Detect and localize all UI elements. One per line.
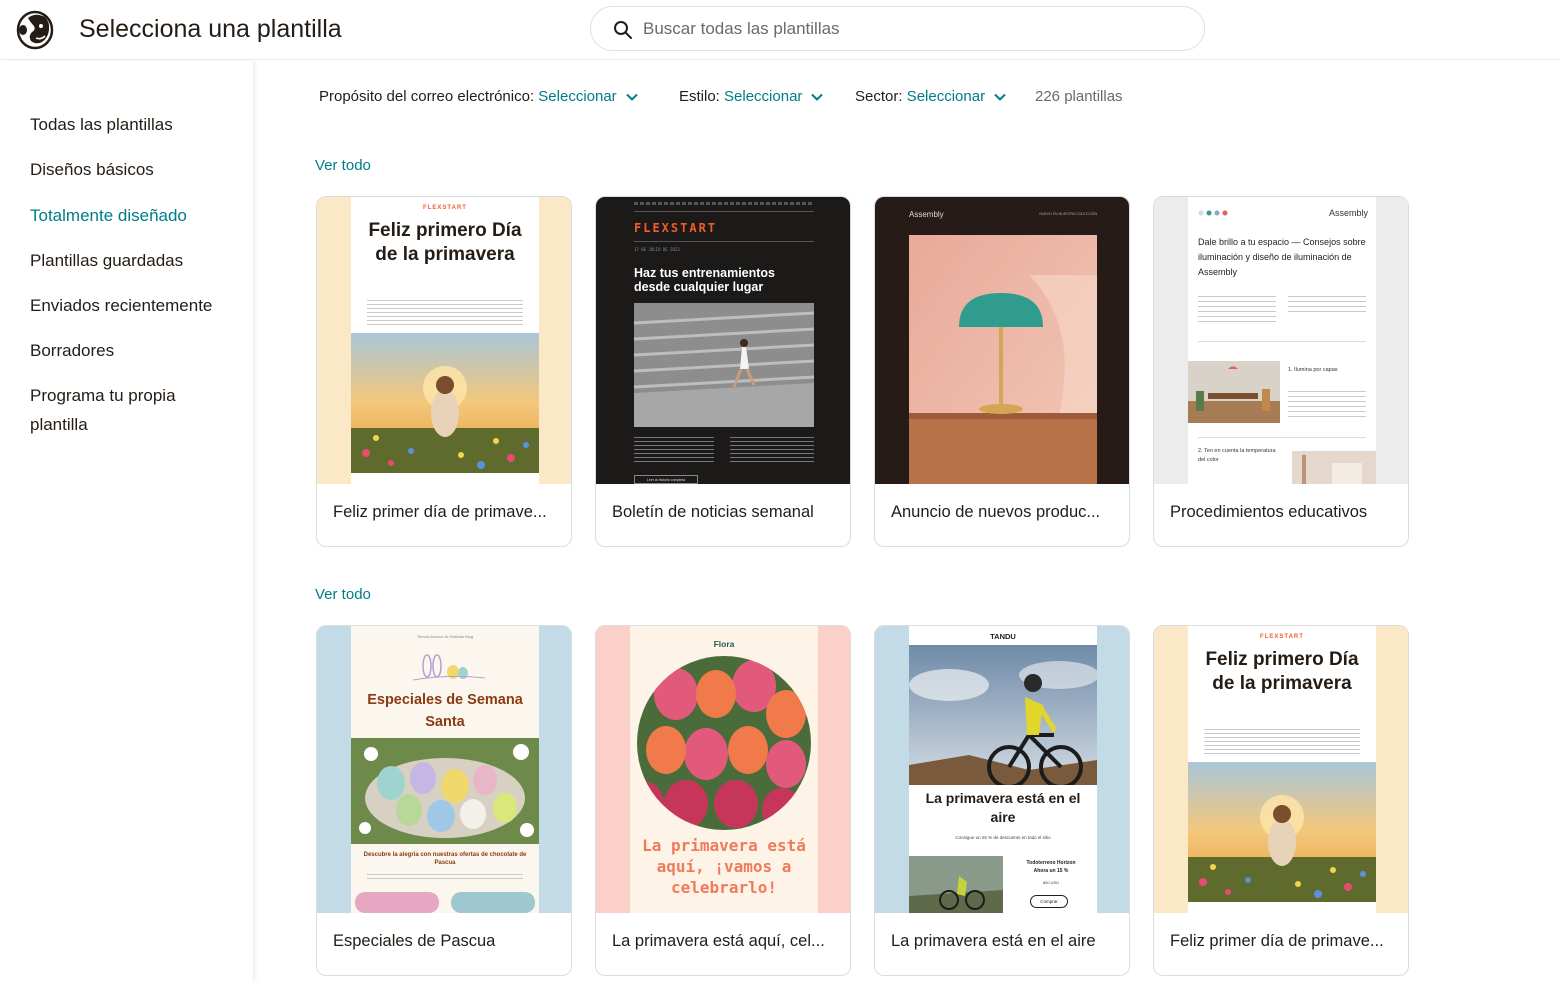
sidebar-item-recently-sent[interactable]: Enviados recientemente — [30, 291, 240, 320]
room-corner-image — [1292, 451, 1376, 484]
teal-lamp-image — [909, 235, 1097, 484]
thumb-nav: NUEVO EN NUESTRA COLECCIÓN — [1039, 212, 1097, 216]
template-caption: Anuncio de nuevos produc... — [891, 503, 1101, 521]
mountain-biker-image — [909, 645, 1097, 785]
template-thumbnail: FLEXSTART 17 DE JULIO DE 2023 Haz tus en… — [596, 197, 850, 484]
dining-room-image — [1188, 361, 1280, 423]
see-all-link[interactable]: Ver todo — [315, 157, 371, 174]
thumb-brand: Assembly — [909, 210, 944, 219]
template-caption: Boletín de noticias semanal — [612, 503, 814, 521]
bunny-ears-icon — [413, 654, 485, 681]
easter-treats-image — [355, 892, 535, 913]
sector-filter-label: Sector: — [855, 88, 903, 105]
template-caption: La primavera está en el aire — [891, 932, 1096, 950]
thumb-buy-button: Comprar — [1030, 895, 1068, 908]
thumb-brand: Flora — [713, 639, 735, 649]
thumb-sub: Consigue un 25 % de descuento en todo el… — [955, 835, 1051, 840]
template-card[interactable]: Flora La primavera está aquí, ¡vamos a c… — [595, 625, 851, 976]
purpose-filter-value: Seleccionar — [538, 88, 617, 105]
thumb-brand: FLEXSTART — [1260, 634, 1304, 640]
easter-eggs-image — [351, 738, 539, 844]
thumb-offer: Ahora un 15 % — [1033, 868, 1069, 874]
thumb-heading: La primavera está aquí, ¡vamos a celebra… — [642, 836, 806, 897]
template-thumbnail: TANDU La primavera está en el aire Consi… — [875, 626, 1129, 913]
sidebar-item-basic-layouts[interactable]: Diseños básicos — [30, 155, 240, 184]
sector-filter-value: Seleccionar — [906, 88, 986, 105]
thumb-brand: FLEXSTART — [634, 221, 718, 235]
template-card[interactable]: Tienda Avance de Noticias Blog Especiale… — [316, 625, 572, 976]
template-thumbnail: FLEXSTART Feliz primero Día de la primav… — [317, 197, 571, 484]
template-caption: Feliz primer día de primave... — [1170, 932, 1384, 950]
thumb-sub1: 1. Ilumina por capas — [1288, 367, 1338, 373]
thumb-heading: Especiales de Semana Santa — [367, 692, 523, 730]
template-thumbnail: Assembly NUEVO EN NUESTRA COLECCIÓN — [875, 197, 1129, 484]
template-caption: Procedimientos educativos — [1170, 503, 1368, 521]
template-card[interactable]: TANDU La primavera está en el aire Consi… — [874, 625, 1130, 976]
sidebar-item-fully-designed[interactable]: Totalmente diseñado — [30, 201, 240, 230]
purpose-filter[interactable]: Propósito del correo electrónico: Selecc… — [319, 88, 638, 105]
style-filter-value: Seleccionar — [724, 88, 803, 105]
template-count: 226 plantillas — [1035, 88, 1123, 105]
template-thumbnail: Flora La primavera está aquí, ¡vamos a c… — [596, 626, 850, 913]
bike-trail-image — [909, 856, 1003, 913]
see-all-link[interactable]: Ver todo — [315, 586, 371, 603]
template-thumbnail: Tienda Avance de Noticias Blog Especiale… — [317, 626, 571, 913]
thumb-brand: Assembly — [1328, 208, 1368, 218]
search-bar[interactable] — [590, 6, 1205, 51]
search-icon — [614, 21, 632, 39]
search-input[interactable] — [643, 15, 1183, 43]
color-dots-icon — [1198, 210, 1228, 216]
tulips-image — [637, 656, 811, 830]
template-card[interactable]: FLEXSTART Feliz primero Día de la primav… — [316, 196, 572, 547]
template-card[interactable]: Assembly Dale brillo a tu espacio — Cons… — [1153, 196, 1409, 547]
thumb-price: 850 USD — [1042, 880, 1060, 885]
thumb-heading: Haz tus entrenamientos desde cualquier l… — [634, 266, 776, 294]
thumb-sub: Descubre la alegría con nuestras ofertas… — [363, 852, 527, 866]
thumb-date: 17 DE JULIO DE 2023 — [634, 247, 680, 252]
thumb-heading: Feliz primero Día de la primavera — [1205, 649, 1359, 694]
thumb-sub2: 2. Ten en cuenta la temperatura del colo… — [1198, 448, 1276, 463]
thumb-heading: Feliz primero Día de la primavera — [368, 220, 522, 265]
thumb-button: Leer la historia completa — [634, 475, 698, 484]
top-header: Selecciona una plantilla — [0, 0, 1560, 60]
thumb-brand: FLEXSTART — [423, 205, 467, 211]
stadium-runner-image — [634, 303, 814, 427]
sidebar-item-code-your-own[interactable]: Programa tu propia plantilla — [30, 381, 200, 439]
thumb-heading: La primavera está en el aire — [925, 790, 1081, 825]
style-filter-label: Estilo: — [679, 88, 720, 105]
purpose-filter-label: Propósito del correo electrónico: — [319, 88, 535, 105]
sidebar-item-saved-templates[interactable]: Plantillas guardadas — [30, 246, 240, 275]
sidebar-nav: Todas las plantillas Diseños básicos Tot… — [0, 61, 254, 981]
mailchimp-logo[interactable] — [14, 8, 56, 50]
template-card[interactable]: FLEXSTART Feliz primero Día de la primav… — [1153, 625, 1409, 976]
chevron-down-icon — [625, 93, 638, 101]
spring-meadow-image — [351, 333, 539, 473]
thumb-brand: TANDU — [990, 632, 1016, 641]
page-title: Selecciona una plantilla — [79, 15, 342, 43]
template-caption: Feliz primer día de primave... — [333, 503, 547, 521]
style-filter[interactable]: Estilo: Seleccionar — [679, 88, 824, 105]
sector-filter[interactable]: Sector: Seleccionar — [855, 88, 1006, 105]
sidebar-item-drafts[interactable]: Borradores — [30, 336, 240, 365]
template-caption: Especiales de Pascua — [333, 932, 496, 950]
thumb-product: Todoterreno Horizon — [1026, 860, 1076, 866]
spring-meadow-image — [1188, 762, 1376, 902]
thumb-heading: Dale brillo a tu espacio — Consejos sobr… — [1198, 237, 1366, 277]
sidebar-item-all-templates[interactable]: Todas las plantillas — [30, 110, 240, 139]
template-caption: La primavera está aquí, cel... — [612, 932, 825, 950]
template-card[interactable]: Assembly NUEVO EN NUESTRA COLECCIÓN Anun… — [874, 196, 1130, 547]
chevron-down-icon — [994, 93, 1006, 101]
template-thumbnail: FLEXSTART Feliz primero Día de la primav… — [1154, 626, 1408, 913]
thumb-top-nav: Tienda Avance de Noticias Blog — [416, 634, 474, 639]
template-thumbnail: Assembly Dale brillo a tu espacio — Cons… — [1154, 197, 1408, 484]
template-card[interactable]: FLEXSTART 17 DE JULIO DE 2023 Haz tus en… — [595, 196, 851, 547]
chevron-down-icon — [811, 93, 824, 101]
